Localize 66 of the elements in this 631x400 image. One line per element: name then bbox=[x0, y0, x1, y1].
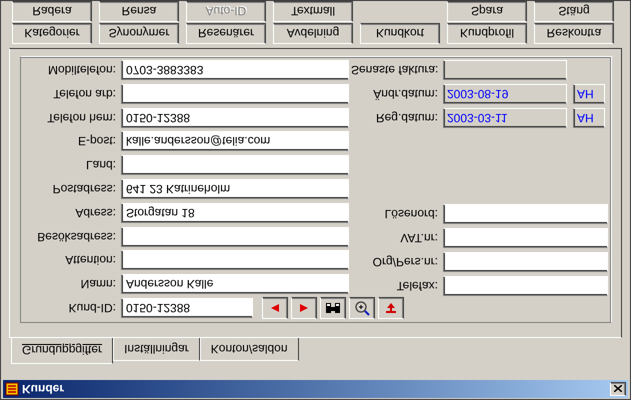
input-field[interactable] bbox=[443, 276, 608, 296]
field-label: Mobiltelefon: bbox=[46, 62, 117, 79]
readonly-field: 2003-03-11 bbox=[443, 108, 567, 128]
input-field[interactable]: 0150-12388 bbox=[121, 298, 253, 318]
input-field[interactable] bbox=[443, 252, 608, 272]
field-label: Postadress: bbox=[52, 180, 117, 198]
window-title: Kunder bbox=[22, 381, 64, 398]
toolbar-button[interactable]: Synonymer bbox=[99, 23, 179, 44]
initials-field: AH bbox=[573, 108, 605, 128]
input-field[interactable]: 0150-12388 bbox=[121, 108, 349, 128]
toolbar-button[interactable]: Avdelning bbox=[273, 23, 353, 44]
toolbar-button[interactable]: Kundprofil bbox=[447, 23, 527, 44]
input-field[interactable]: 641 23 Katrineholm bbox=[121, 178, 349, 199]
field-label: E-post: bbox=[76, 133, 117, 150]
input-field[interactable]: Andersson Kalle bbox=[121, 274, 349, 294]
readonly-field: 2003-08-19 bbox=[443, 84, 567, 104]
toolbar-button[interactable]: Stäng bbox=[534, 1, 614, 22]
toolbar-button[interactable]: Textmall bbox=[273, 1, 353, 22]
field-label: Kund-ID: bbox=[68, 300, 117, 318]
input-field[interactable] bbox=[443, 204, 608, 224]
left-triangle-icon bbox=[270, 303, 280, 314]
tab[interactable]: Inställningar bbox=[113, 338, 200, 361]
field-label: Senaste faktura: bbox=[351, 62, 440, 79]
field-label: Lösenord: bbox=[384, 206, 439, 223]
field-label: Besöksadress: bbox=[36, 228, 117, 246]
field-label: Attention: bbox=[64, 252, 117, 270]
input-field[interactable] bbox=[121, 155, 349, 176]
field-label: Reg.datum: bbox=[374, 110, 439, 127]
input-field[interactable]: kalle.andersson@telia.com bbox=[121, 131, 349, 152]
input-field[interactable] bbox=[121, 226, 349, 247]
toolbar-button[interactable]: Resenärer bbox=[186, 23, 266, 44]
input-field[interactable]: Storgatan 18 bbox=[121, 202, 349, 223]
initials-field: AH bbox=[573, 84, 605, 104]
app-icon bbox=[5, 382, 19, 396]
input-field[interactable]: 0703-3883383 bbox=[121, 60, 349, 80]
toolbar-button[interactable]: Rensa bbox=[99, 1, 179, 22]
field-label: Ändr.datum: bbox=[372, 86, 439, 103]
input-field[interactable] bbox=[121, 250, 349, 270]
input-field[interactable] bbox=[121, 84, 349, 104]
field-label: Land: bbox=[84, 157, 117, 174]
tab[interactable]: Konton/saldon bbox=[200, 338, 299, 361]
close-button[interactable] bbox=[610, 382, 626, 396]
close-icon bbox=[614, 386, 622, 392]
search-button[interactable] bbox=[320, 297, 346, 320]
input-field[interactable] bbox=[443, 228, 608, 248]
field-label: Org/Pers.nr: bbox=[372, 254, 439, 271]
previous-button[interactable] bbox=[262, 297, 288, 320]
toolbar-button[interactable]: Kategorier bbox=[12, 23, 92, 44]
next-button[interactable] bbox=[291, 297, 317, 320]
arrow-down-bar-icon bbox=[385, 302, 397, 314]
field-label: Adress: bbox=[74, 204, 117, 222]
field-label: Telefon arb: bbox=[52, 86, 117, 103]
toolbar-button[interactable]: Radera bbox=[12, 1, 92, 22]
toolbar-button[interactable]: Reskontra bbox=[534, 23, 614, 44]
field-label: Telefax: bbox=[396, 278, 439, 295]
field-label: VAT.nr: bbox=[399, 230, 439, 247]
field-label: Telefon hem: bbox=[46, 110, 117, 127]
add-button[interactable] bbox=[349, 297, 375, 320]
toolbar-button[interactable]: Kundkort bbox=[360, 23, 440, 44]
right-triangle-icon bbox=[299, 303, 309, 314]
upload-button[interactable] bbox=[378, 297, 404, 320]
binoculars-icon bbox=[325, 301, 341, 316]
magnifier-plus-icon bbox=[354, 300, 370, 316]
toolbar-button[interactable]: Spara bbox=[447, 1, 527, 22]
field-label: Namn: bbox=[80, 276, 117, 294]
tab[interactable]: Grunduppgifter bbox=[11, 338, 114, 364]
